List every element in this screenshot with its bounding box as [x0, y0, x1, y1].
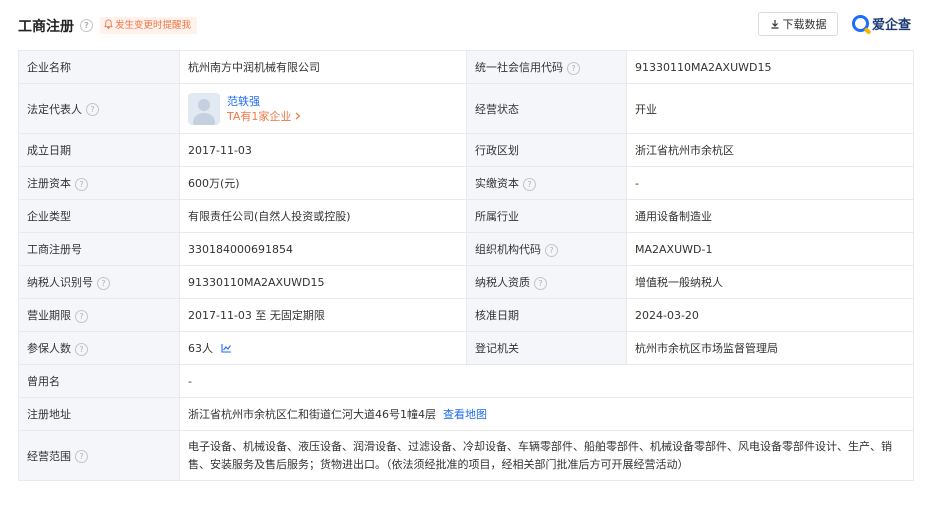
chevron-right-icon: [295, 112, 301, 119]
industry-label: 所属行业: [466, 199, 627, 233]
aiqicha-logo-icon: [852, 15, 869, 32]
help-icon[interactable]: ?: [86, 103, 99, 116]
help-icon[interactable]: ?: [523, 177, 536, 191]
download-icon: [771, 20, 778, 29]
scope-value: 电子设备、机械设备、液压设备、润滑设备、过滤设备、冷却设备、车辆零部件、船舶零部…: [179, 430, 914, 481]
download-data-button[interactable]: 下载数据: [758, 12, 838, 36]
table-row: 企业名称 杭州南方中润机械有限公司 统一社会信用代码? 91330110MA2A…: [18, 50, 914, 84]
table-row: 曾用名 -: [18, 364, 914, 398]
table-row: 工商注册号 330184000691854 组织机构代码? MA2AXUWD-1: [18, 232, 914, 266]
authority-label: 登记机关: [466, 331, 627, 365]
table-row: 成立日期 2017-11-03 行政区划 浙江省杭州市余杭区: [18, 133, 914, 167]
reg-no-value: 330184000691854: [179, 232, 467, 266]
region-label: 行政区划: [466, 133, 627, 167]
address-value: 浙江省杭州市余杭区仁和街道仁河大道46号1幢4层 查看地图: [179, 397, 914, 431]
credit-code-label-text: 统一社会信用代码: [475, 61, 563, 74]
section-title-text: 工商注册: [18, 19, 74, 35]
bell-icon: [104, 19, 113, 29]
paid-capital-label-text: 实缴资本: [475, 177, 519, 190]
company-type-label: 企业类型: [18, 199, 180, 233]
company-type-value: 有限责任公司(自然人投资或控股): [179, 199, 467, 233]
industry-value: 通用设备制造业: [626, 199, 914, 233]
help-icon[interactable]: ?: [75, 450, 88, 463]
taxpayer-qual-label-text: 纳税人资质: [475, 276, 530, 289]
brand-name: 爱企查: [872, 18, 912, 33]
org-code-label: 组织机构代码?: [466, 232, 627, 266]
former-name-value: -: [179, 364, 914, 398]
legal-rep-label: 法定代表人?: [18, 83, 180, 134]
help-icon[interactable]: ?: [567, 61, 580, 75]
avatar[interactable]: [188, 92, 220, 125]
company-registration-page: 工商注册? 发生变更时提醒我 下载数据 爱企查 企业名称 杭州南方中润机械有限公…: [0, 0, 926, 507]
status-value: 开业: [626, 83, 914, 134]
legal-rep-label-text: 法定代表人: [27, 102, 82, 116]
change-alert-label: 发生变更时提醒我: [115, 20, 192, 31]
aiqicha-logo[interactable]: 爱企查: [852, 14, 911, 36]
table-row: 注册地址 浙江省杭州市余杭区仁和街道仁河大道46号1幢4层 查看地图: [18, 397, 914, 431]
view-map-link[interactable]: 查看地图: [443, 408, 487, 421]
reg-capital-label-text: 注册资本: [27, 177, 71, 190]
trend-chart-icon[interactable]: [221, 343, 232, 353]
authority-value: 杭州市余杭区市场监督管理局: [626, 331, 914, 365]
help-icon[interactable]: ?: [80, 18, 93, 32]
founded-label: 成立日期: [18, 133, 180, 167]
status-label: 经营状态: [466, 83, 627, 134]
approve-date-label: 核准日期: [466, 298, 627, 332]
registration-info-table: 企业名称 杭州南方中润机械有限公司 统一社会信用代码? 91330110MA2A…: [18, 50, 914, 481]
table-row: 注册资本? 600万(元) 实缴资本? -: [18, 166, 914, 200]
term-label-text: 营业期限: [27, 309, 71, 322]
change-alert-button[interactable]: 发生变更时提醒我: [100, 17, 198, 34]
insured-count: 63人: [188, 342, 213, 355]
legal-rep-name-link[interactable]: 范轶强: [227, 94, 301, 109]
scope-label: 经营范围?: [18, 430, 180, 481]
help-icon[interactable]: ?: [75, 177, 88, 191]
help-icon[interactable]: ?: [97, 276, 110, 290]
taxpayer-qual-value: 增值税一般纳税人: [626, 265, 914, 299]
founded-value: 2017-11-03: [179, 133, 467, 167]
former-name-label: 曾用名: [18, 364, 180, 398]
table-row: 经营范围? 电子设备、机械设备、液压设备、润滑设备、过滤设备、冷却设备、车辆零部…: [18, 430, 914, 481]
insured-label: 参保人数?: [18, 331, 180, 365]
legal-rep-info: 范轶强 TA有1家企业: [227, 94, 301, 124]
scope-label-text: 经营范围: [27, 449, 71, 463]
help-icon[interactable]: ?: [545, 243, 558, 257]
table-row: 企业类型 有限责任公司(自然人投资或控股) 所属行业 通用设备制造业: [18, 199, 914, 233]
reg-capital-value: 600万(元): [179, 166, 467, 200]
insured-label-text: 参保人数: [27, 342, 71, 355]
credit-code-label: 统一社会信用代码?: [466, 50, 627, 84]
taxpayer-id-label: 纳税人识别号?: [18, 265, 180, 299]
org-code-value: MA2AXUWD-1: [626, 232, 914, 266]
help-icon[interactable]: ?: [75, 309, 88, 323]
approve-date-value: 2024-03-20: [626, 298, 914, 332]
legal-rep-companies-link[interactable]: TA有1家企业: [227, 109, 301, 124]
term-value: 2017-11-03 至 无固定期限: [179, 298, 467, 332]
company-name-label: 企业名称: [18, 50, 180, 84]
table-row: 法定代表人? 范轶强 TA有1家企业 经营状态 开业: [18, 83, 914, 134]
section-title: 工商注册?: [18, 16, 93, 36]
insured-value: 63人: [179, 331, 467, 365]
taxpayer-qual-label: 纳税人资质?: [466, 265, 627, 299]
table-row: 营业期限? 2017-11-03 至 无固定期限 核准日期 2024-03-20: [18, 298, 914, 332]
download-label: 下载数据: [782, 18, 827, 31]
company-name-value: 杭州南方中润机械有限公司: [179, 50, 467, 84]
reg-no-label: 工商注册号: [18, 232, 180, 266]
table-row: 纳税人识别号? 91330110MA2AXUWD15 纳税人资质? 增值税一般纳…: [18, 265, 914, 299]
region-value: 浙江省杭州市余杭区: [626, 133, 914, 167]
taxpayer-id-value: 91330110MA2AXUWD15: [179, 265, 467, 299]
term-label: 营业期限?: [18, 298, 180, 332]
table-row: 参保人数? 63人 登记机关 杭州市余杭区市场监督管理局: [18, 331, 914, 365]
credit-code-value: 91330110MA2AXUWD15: [626, 50, 914, 84]
help-icon[interactable]: ?: [534, 276, 547, 290]
address-label: 注册地址: [18, 397, 180, 431]
legal-rep-companies-text: TA有1家企业: [227, 109, 292, 123]
taxpayer-id-label-text: 纳税人识别号: [27, 276, 93, 289]
help-icon[interactable]: ?: [75, 342, 88, 356]
address-text: 浙江省杭州市余杭区仁和街道仁河大道46号1幢4层: [188, 408, 436, 421]
paid-capital-value: -: [626, 166, 914, 200]
legal-rep-value: 范轶强 TA有1家企业: [179, 83, 467, 134]
org-code-label-text: 组织机构代码: [475, 243, 541, 256]
reg-capital-label: 注册资本?: [18, 166, 180, 200]
section-header: 工商注册? 发生变更时提醒我 下载数据 爱企查: [0, 0, 926, 50]
paid-capital-label: 实缴资本?: [466, 166, 627, 200]
